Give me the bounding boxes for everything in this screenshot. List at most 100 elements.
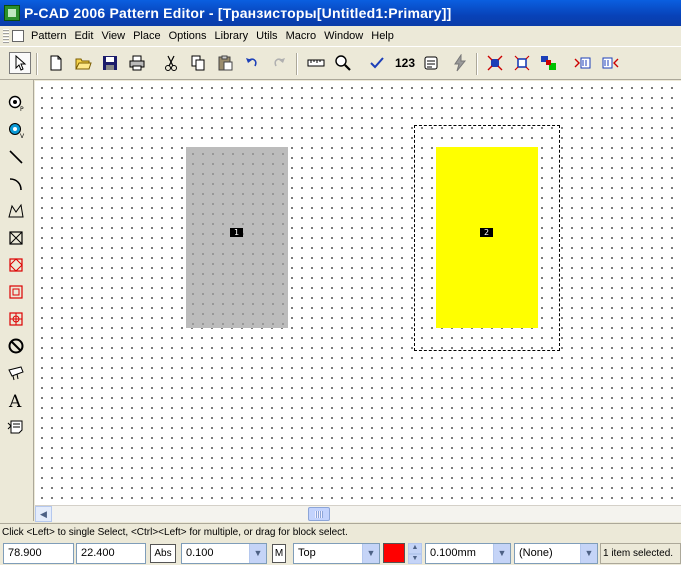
- redo-button[interactable]: [268, 52, 290, 74]
- measure-button[interactable]: [305, 52, 327, 74]
- undo-button[interactable]: [241, 52, 263, 74]
- net-select[interactable]: (None) ▼: [514, 543, 598, 564]
- pattern-wizard-button[interactable]: [420, 52, 442, 74]
- scroll-left-button[interactable]: ◀: [35, 506, 52, 522]
- svg-text:P: P: [20, 106, 24, 112]
- grid-select[interactable]: 0.100 ▼: [181, 543, 267, 564]
- renumber-icon: 123: [394, 56, 416, 70]
- zoom-button[interactable]: [332, 52, 354, 74]
- pattern-wizard-icon: [424, 56, 438, 70]
- chevron-down-icon[interactable]: ▼: [580, 544, 597, 563]
- place-field-button[interactable]: [5, 416, 27, 438]
- line-width-select[interactable]: 0.100mm ▼: [425, 543, 511, 564]
- layer-select[interactable]: Top ▼: [293, 543, 380, 564]
- status-prompt: Click <Left> to single Select, <Ctrl><Le…: [0, 523, 681, 541]
- place-via-button[interactable]: V: [5, 119, 27, 141]
- x-coordinate-field[interactable]: 78.900: [3, 543, 74, 564]
- place-text-icon: A: [8, 392, 22, 409]
- place-cutout-icon: [9, 312, 23, 326]
- print-icon: [129, 55, 145, 71]
- place-copper-pour-icon: [9, 285, 23, 299]
- place-pad-button[interactable]: P: [5, 92, 27, 114]
- pcad-pattern-editor-window: P-CAD 2006 Pattern Editor - [Транзисторы…: [0, 0, 681, 565]
- title-bar: P-CAD 2006 Pattern Editor - [Транзисторы…: [0, 0, 681, 26]
- place-attribute-icon: [8, 366, 24, 381]
- scroll-thumb[interactable]: [308, 507, 330, 521]
- save-button[interactable]: [99, 52, 121, 74]
- save-icon: [103, 56, 117, 70]
- menu-macro[interactable]: Macro: [282, 30, 321, 42]
- menu-help[interactable]: Help: [367, 30, 398, 42]
- menu-pattern[interactable]: Pattern: [27, 30, 70, 42]
- place-line-button[interactable]: [5, 146, 27, 168]
- place-polygon-button[interactable]: [5, 200, 27, 222]
- copy-button[interactable]: [187, 52, 209, 74]
- place-attribute-button[interactable]: [5, 362, 27, 384]
- undo-icon: [246, 58, 257, 67]
- menu-window[interactable]: Window: [320, 30, 367, 42]
- chevron-down-icon[interactable]: ▼: [493, 544, 510, 563]
- menu-options[interactable]: Options: [165, 30, 211, 42]
- select-arrow-icon: [15, 54, 27, 71]
- menu-view[interactable]: View: [97, 30, 129, 42]
- main-toolbar: 123: [0, 46, 681, 80]
- window-title: P-CAD 2006 Pattern Editor - [Транзисторы…: [24, 5, 452, 21]
- spin-up-icon[interactable]: ▲: [408, 543, 422, 554]
- menu-utils[interactable]: Utils: [252, 30, 281, 42]
- document-menu-icon[interactable]: [12, 29, 24, 42]
- new-button[interactable]: [45, 52, 67, 74]
- pad-style-button[interactable]: [484, 52, 506, 74]
- layer-color-swatch[interactable]: [383, 543, 405, 563]
- pad-1[interactable]: 1: [186, 147, 288, 328]
- chevron-down-icon[interactable]: ▼: [249, 544, 266, 563]
- place-cutout-button[interactable]: [5, 308, 27, 330]
- open-folder-icon: [75, 58, 92, 70]
- place-prohibit-button[interactable]: [5, 335, 27, 357]
- layer-spinner[interactable]: ▲ ▼: [408, 543, 422, 564]
- arrow-left-icon: ◀: [40, 508, 47, 519]
- place-keepout-button[interactable]: [5, 254, 27, 276]
- horizontal-scrollbar[interactable]: ◀: [35, 505, 681, 522]
- abs-toggle-button[interactable]: Abs: [150, 544, 176, 563]
- design-canvas[interactable]: 1 2: [35, 81, 681, 505]
- pins-left-button[interactable]: [572, 52, 594, 74]
- menu-place[interactable]: Place: [129, 30, 165, 42]
- menubar-grip[interactable]: [3, 28, 9, 43]
- menu-edit[interactable]: Edit: [70, 30, 97, 42]
- menu-library[interactable]: Library: [211, 30, 253, 42]
- renumber-button[interactable]: 123: [392, 52, 418, 74]
- lightning-icon: [454, 54, 467, 72]
- chevron-down-icon[interactable]: ▼: [362, 544, 379, 563]
- place-cross-box-button[interactable]: [5, 227, 27, 249]
- spin-down-icon[interactable]: ▼: [408, 553, 422, 564]
- selection-box: [414, 125, 560, 351]
- pad-style-icon: [487, 55, 503, 71]
- cut-button[interactable]: [160, 52, 182, 74]
- place-prohibit-icon: [8, 338, 24, 354]
- check-icon: [370, 57, 384, 69]
- place-arc-button[interactable]: [5, 173, 27, 195]
- app-icon[interactable]: [4, 5, 20, 21]
- lightning-button[interactable]: [449, 52, 471, 74]
- design-rule-check-button[interactable]: [366, 52, 388, 74]
- pins-right-button[interactable]: [599, 52, 621, 74]
- grid-value: 0.100: [186, 547, 214, 559]
- place-line-icon: [9, 150, 23, 164]
- place-arc-icon: [9, 178, 22, 191]
- menu-bar: Pattern Edit View Place Options Library …: [0, 26, 681, 45]
- print-button[interactable]: [126, 52, 148, 74]
- select-tool-button[interactable]: [9, 52, 31, 74]
- place-cross-box-icon: [9, 231, 23, 245]
- m-toggle-button[interactable]: M: [272, 544, 286, 563]
- pins-right-icon: [602, 57, 619, 69]
- component-button[interactable]: [538, 52, 560, 74]
- paste-button[interactable]: [214, 52, 236, 74]
- place-copper-pour-button[interactable]: [5, 281, 27, 303]
- y-coordinate-field[interactable]: 22.400: [76, 543, 146, 564]
- open-button[interactable]: [72, 52, 94, 74]
- layer-value: Top: [298, 547, 316, 559]
- selection-status: 1 item selected.: [600, 543, 681, 564]
- component-icon: [541, 56, 556, 70]
- pad-array-button[interactable]: [511, 52, 533, 74]
- place-text-button[interactable]: A: [5, 389, 27, 411]
